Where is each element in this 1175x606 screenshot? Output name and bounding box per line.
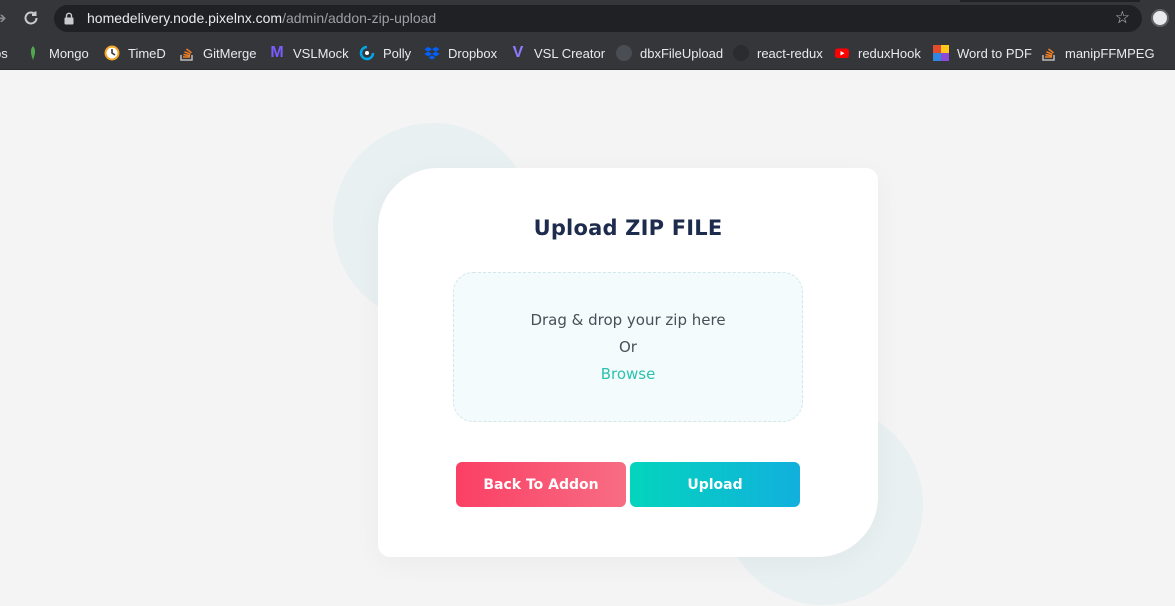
bookmark-polly[interactable]: Polly <box>359 43 411 63</box>
bookmark-label: VSL Creator <box>534 45 606 61</box>
address-bar[interactable]: homedelivery.node.pixelnx.com/admin/addo… <box>54 5 1142 32</box>
url-host: homedelivery.node.pixelnx.com <box>87 10 283 26</box>
bookmark-label: Polly <box>383 45 412 61</box>
browser-toolbar: ➔ homedelivery.node.pixelnx.com/admin/ad… <box>0 0 1175 37</box>
bookmark-label: Mongo <box>49 45 89 61</box>
bookmark-star-icon[interactable]: ☆ <box>1115 9 1130 27</box>
forward-icon[interactable]: ➔ <box>0 10 10 26</box>
bookmark-label: TimeD <box>128 45 166 61</box>
dbx-icon <box>616 45 632 61</box>
bookmark-label: ps <box>0 45 8 61</box>
upload-button[interactable]: Upload <box>630 462 800 507</box>
url-path: /admin/addon-zip-upload <box>282 10 437 26</box>
timer-icon <box>104 45 120 61</box>
profile-avatar-icon[interactable] <box>1151 9 1169 27</box>
bookmark-label: Dropbox <box>448 45 498 61</box>
bookmark-label: reduxHook <box>858 45 921 61</box>
upload-card: Upload ZIP FILE Drag & drop your zip her… <box>378 168 878 557</box>
back-to-addon-button[interactable]: Back To Addon <box>456 462 626 507</box>
bookmark-gitmerge[interactable]: GitMerge <box>179 43 256 63</box>
dropzone-or: Or <box>619 338 637 356</box>
vsl-m-icon: M <box>270 44 284 61</box>
github-icon <box>733 45 749 61</box>
bookmark-label: manipFFMPEG <box>1065 45 1155 61</box>
bookmark-reduxhook[interactable]: reduxHook <box>834 43 921 63</box>
mongo-leaf-icon <box>25 45 41 61</box>
zip-dropzone[interactable]: Drag & drop your zip here Or Browse <box>453 272 803 422</box>
stackoverflow-icon <box>1041 45 1057 61</box>
bookmark-react-redux[interactable]: react-redux <box>733 43 823 63</box>
bookmarks-bar: ps Mongo TimeD GitMerge M VSLMock Polly … <box>0 37 1175 70</box>
tab-strip <box>960 0 1140 2</box>
bookmark-apps[interactable]: ps <box>0 43 8 63</box>
dropzone-instruction: Drag & drop your zip here <box>530 311 726 329</box>
lock-icon <box>64 12 74 25</box>
bookmark-vslmock[interactable]: M VSLMock <box>269 43 349 63</box>
bookmark-vsl-creator[interactable]: V VSL Creator <box>510 43 605 63</box>
bookmark-word-to-pdf[interactable]: Word to PDF <box>933 43 1032 63</box>
youtube-icon <box>834 45 850 61</box>
bookmark-dbxfileupload[interactable]: dbxFileUpload <box>616 43 723 63</box>
bookmark-mongo[interactable]: Mongo <box>25 43 89 63</box>
bookmark-label: react-redux <box>757 45 823 61</box>
bookmark-dropbox[interactable]: Dropbox <box>424 43 497 63</box>
dropbox-icon <box>424 45 440 61</box>
bookmark-label: Word to PDF <box>957 45 1032 61</box>
browse-link[interactable]: Browse <box>454 365 802 383</box>
bookmark-label: GitMerge <box>203 45 257 61</box>
ilovepdf-icon <box>933 45 949 61</box>
bookmark-manipffmpeg[interactable]: manipFFMPEG <box>1041 43 1155 63</box>
bookmark-timed[interactable]: TimeD <box>104 43 166 63</box>
stackoverflow-icon <box>179 45 195 61</box>
bookmark-label: VSLMock <box>293 45 349 61</box>
page-title: Upload ZIP FILE <box>533 216 723 240</box>
url-text[interactable]: homedelivery.node.pixelnx.com/admin/addo… <box>87 10 436 27</box>
reload-icon[interactable] <box>22 9 40 27</box>
bookmark-label: dbxFileUpload <box>640 45 724 61</box>
vsl-v-icon: V <box>512 44 524 61</box>
polly-icon <box>359 45 375 61</box>
